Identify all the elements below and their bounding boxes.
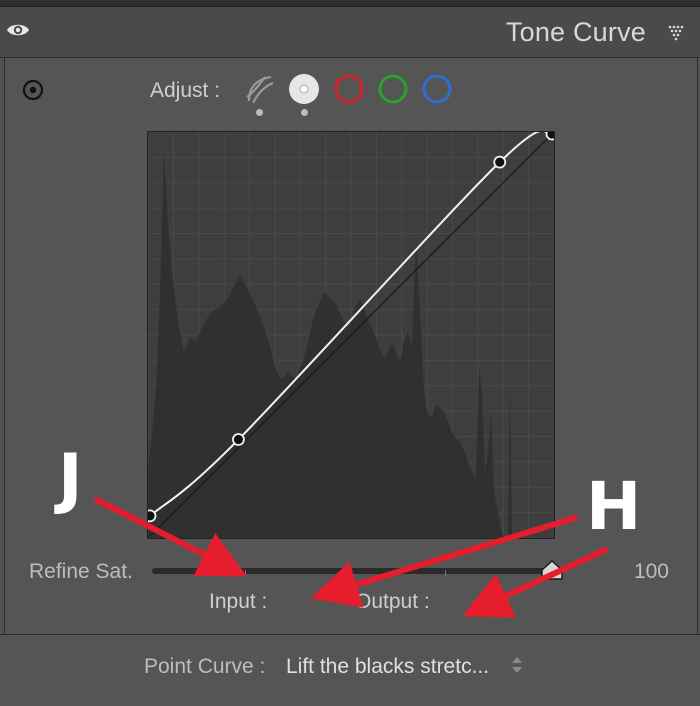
point-selected-dot <box>301 109 308 116</box>
panel-title: Tone Curve <box>505 17 646 47</box>
output-label: Output : <box>355 590 430 613</box>
slider-tick <box>245 570 246 576</box>
tone-curve-panel: Tone Curve Adjust : Refine Sat. 100 Inpu… <box>0 0 700 706</box>
point-curve-icon[interactable] <box>288 73 320 105</box>
curve-control-point[interactable] <box>493 155 507 169</box>
updown-arrows-icon[interactable] <box>511 655 523 675</box>
input-label: Input : <box>209 590 268 613</box>
curve-graph[interactable] <box>143 127 559 539</box>
point-curve-label: Point Curve : <box>144 655 266 678</box>
collapse-triangle-icon[interactable] <box>668 24 686 42</box>
refine-sat-value[interactable]: 100 <box>634 560 669 584</box>
refine-sat-label: Refine Sat. <box>29 560 133 583</box>
eye-icon[interactable] <box>6 21 30 39</box>
curve-control-point[interactable] <box>143 509 157 523</box>
targeted-adjustment-icon[interactable] <box>21 78 45 102</box>
adjust-label: Adjust : <box>150 79 221 102</box>
curve-control-point[interactable] <box>545 127 559 141</box>
point-curve-preset-select[interactable]: Lift the blacks stretc... <box>286 655 489 679</box>
annotation-label-j: J <box>58 440 83 517</box>
slider-thumb[interactable] <box>541 560 563 580</box>
curve-plot[interactable] <box>143 127 559 538</box>
annotation-label-h: H <box>586 468 642 545</box>
point-curve-row: Point Curve : Lift the blacks stretc... <box>0 634 700 706</box>
blue-channel-icon[interactable] <box>421 73 453 105</box>
slider-tick <box>345 570 346 576</box>
parametric-curve-icon[interactable] <box>243 73 275 105</box>
refine-sat-slider[interactable] <box>152 568 558 574</box>
curve-control-point[interactable] <box>232 433 245 446</box>
red-channel-icon[interactable] <box>333 73 365 105</box>
panel-header[interactable]: Tone Curve <box>0 7 700 58</box>
curve-editor: Adjust : Refine Sat. 100 Input: Output … <box>4 58 698 635</box>
slider-tick <box>445 570 446 576</box>
parametric-selected-dot <box>256 109 263 116</box>
top-divider <box>0 0 700 7</box>
green-channel-icon[interactable] <box>377 73 409 105</box>
